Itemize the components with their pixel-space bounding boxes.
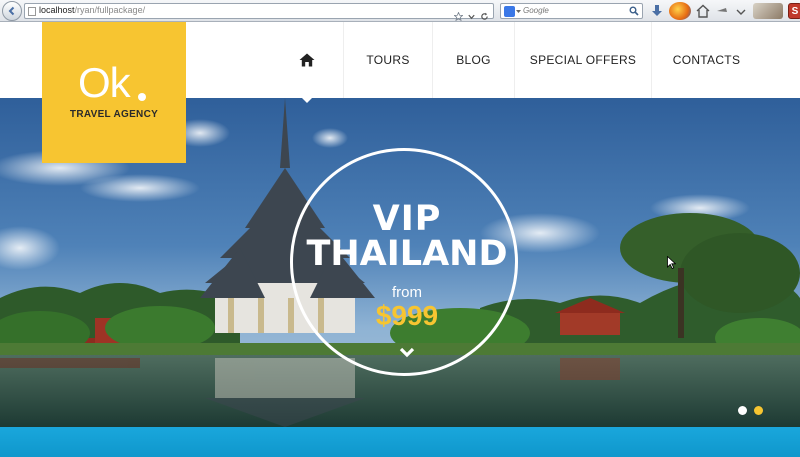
page-icon: [28, 7, 36, 16]
search-icon[interactable]: [629, 6, 639, 16]
hero-title-line2: THAILAND: [306, 234, 508, 274]
hero-title-line1: VIP: [372, 199, 442, 239]
slider-dot-2[interactable]: [754, 406, 763, 415]
nav-special-offers[interactable]: SPECIAL OFFERS: [514, 22, 651, 98]
download-icon[interactable]: [650, 3, 664, 19]
hero-promo-circle[interactable]: VIP THAILAND from $999: [290, 148, 518, 376]
hero-price: $999: [375, 300, 439, 331]
reload-icon[interactable]: [480, 6, 489, 20]
url-path: /ryan/fullpackage/: [74, 5, 146, 15]
google-engine-icon[interactable]: [504, 6, 515, 17]
back-arrow-icon: [8, 6, 15, 16]
back-button[interactable]: [2, 1, 22, 21]
address-bar[interactable]: localhost/ryan/fullpackage/: [24, 3, 494, 22]
search-placeholder: Google: [523, 6, 549, 15]
engine-dropdown-icon[interactable]: [516, 10, 521, 14]
s-extension-icon[interactable]: S: [788, 3, 800, 19]
mouse-cursor-icon: [667, 256, 676, 269]
slider-pagination: [738, 406, 763, 415]
main-nav: TOURS BLOG SPECIAL OFFERS CONTACTS: [271, 22, 761, 103]
nav-contacts[interactable]: CONTACTS: [651, 22, 761, 98]
slider-dot-1[interactable]: [738, 406, 747, 415]
nav-tours[interactable]: TOURS: [343, 22, 432, 98]
logo[interactable]: Ok TRAVEL AGENCY: [42, 22, 186, 163]
logo-dot: [138, 93, 146, 101]
logo-tagline: TRAVEL AGENCY: [69, 109, 159, 120]
home-toolbar-icon[interactable]: [696, 3, 710, 19]
extension-icon[interactable]: [753, 3, 783, 19]
home-icon: [299, 53, 315, 67]
nav-blog[interactable]: BLOG: [432, 22, 514, 98]
chevron-down-icon[interactable]: [399, 347, 415, 359]
url-text: localhost/ryan/fullpackage/: [39, 5, 145, 15]
active-caret: [301, 97, 313, 103]
logo-mark: Ok: [78, 59, 131, 106]
bookmark-star-icon[interactable]: [453, 6, 464, 22]
browser-toolbar: localhost/ryan/fullpackage/ Google S: [0, 0, 800, 22]
search-bar[interactable]: Google: [500, 3, 643, 19]
menu-arrow-icon[interactable]: [734, 3, 748, 19]
history-dropdown-icon[interactable]: [467, 6, 476, 20]
url-host: localhost: [39, 5, 75, 15]
nav-home[interactable]: [271, 22, 343, 103]
firefox-icon[interactable]: [669, 2, 691, 20]
hero-from-label: from: [392, 284, 422, 301]
addon-icon[interactable]: [715, 3, 729, 19]
blue-section-strip: [0, 427, 800, 457]
